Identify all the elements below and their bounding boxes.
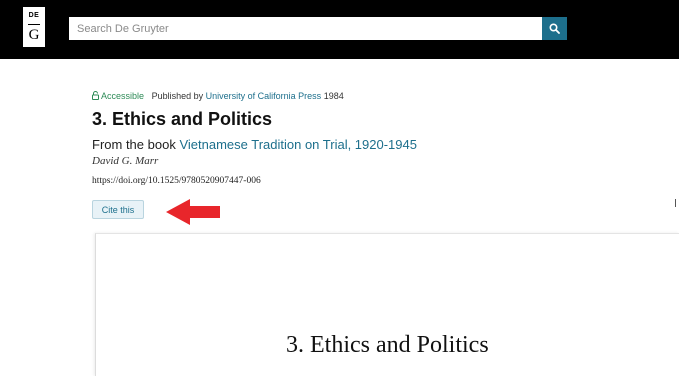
from-book-label: From the book	[92, 137, 176, 152]
cite-this-button[interactable]: Cite this	[92, 200, 144, 219]
red-arrow-annotation	[166, 199, 220, 225]
lock-open-icon	[92, 91, 99, 100]
preview-page-heading: 3. Ethics and Politics	[286, 332, 489, 358]
logo-de-text: DE	[28, 12, 40, 19]
scroll-edge-mark	[675, 199, 679, 207]
accessible-label: Accessible	[101, 91, 145, 101]
pdf-preview[interactable]: 3. Ethics and Politics	[95, 233, 679, 376]
de-gruyter-logo[interactable]: DE G	[23, 7, 45, 47]
logo-divider	[28, 24, 40, 25]
logo-g-text: G	[28, 27, 40, 43]
accessible-badge: Accessible	[92, 91, 147, 101]
search-input[interactable]	[69, 17, 542, 40]
from-book-line: From the book Vietnamese Tradition on Tr…	[92, 137, 417, 152]
search-button[interactable]	[542, 17, 567, 40]
author-name[interactable]: David G. Marr	[92, 155, 158, 167]
chapter-title: 3. Ethics and Politics	[92, 109, 273, 129]
book-title-link[interactable]: Vietnamese Tradition on Trial, 1920-1945	[179, 137, 417, 152]
publication-meta: Accessible Published by University of Ca…	[92, 91, 344, 101]
publication-year: 1984	[323, 91, 344, 101]
publisher-link[interactable]: University of California Press	[206, 91, 322, 101]
search-icon	[549, 23, 560, 34]
published-by-label: Published by	[151, 91, 204, 101]
doi-link[interactable]: https://doi.org/10.1525/9780520907447-00…	[92, 176, 261, 186]
site-header: DE G	[0, 0, 679, 59]
